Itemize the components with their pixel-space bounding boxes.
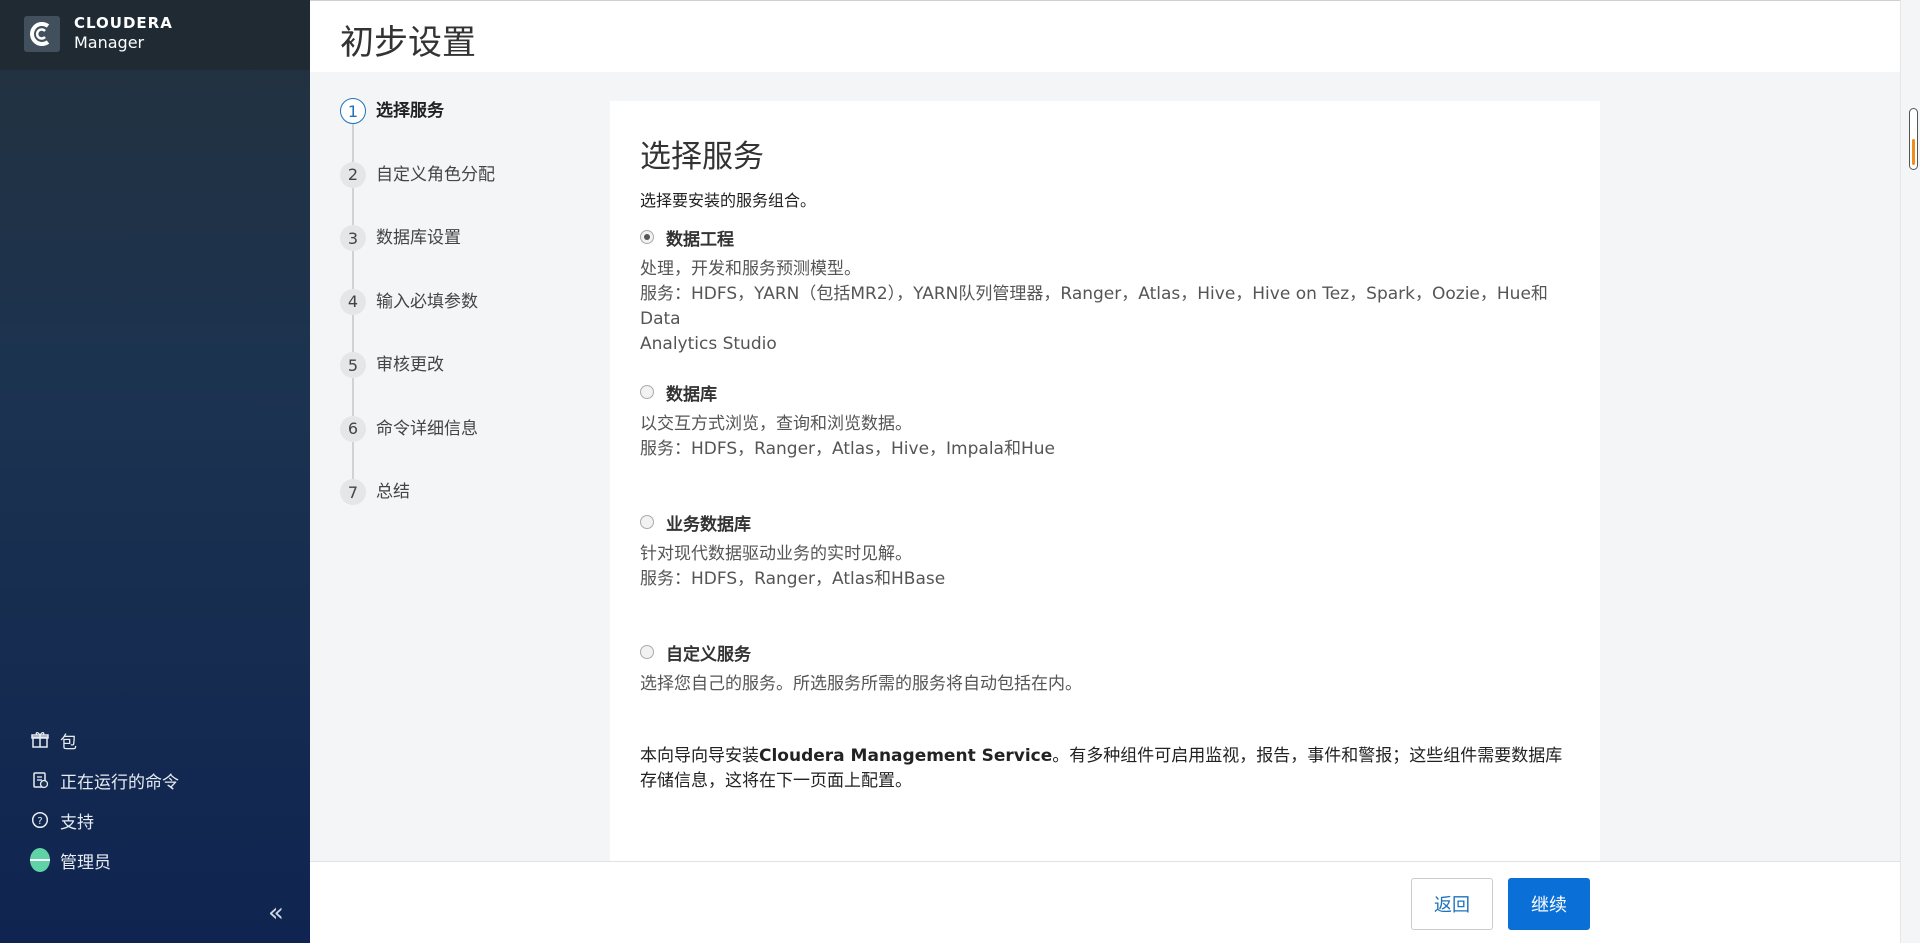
step-connector [352,441,354,480]
package-icon [30,730,50,750]
continue-button[interactable]: 继续 [1508,878,1590,930]
option-operational-database: 业务数据库 针对现代数据驱动业务的实时见解。 服务：HDFS，Ranger，At… [640,510,1570,592]
brand-product: Manager [74,33,145,52]
step-label: 自定义角色分配 [376,164,495,185]
page-title: 初步设置 [340,23,476,63]
option-services: 服务：HDFS，YARN（包括MR2），YARN队列管理器，Ranger，Atl… [640,284,1548,329]
radio-operational-database[interactable] [640,515,654,529]
step-number: 7 [340,479,366,505]
option-description: 处理，开发和服务预测模型。 [640,259,861,279]
option-title: 自定义服务 [666,644,751,665]
collapse-sidebar-icon[interactable]: « [268,898,284,928]
wizard-step-required-parameters[interactable]: 4 输入必填参数 [340,288,495,353]
option-services-continued: Analytics Studio [640,334,777,354]
option-data-engineering: 数据工程 处理，开发和服务预测模型。 服务：HDFS，YARN（包括MR2），Y… [640,225,1570,357]
step-label: 审核更改 [376,355,444,375]
page-scrollbar[interactable] [1900,0,1920,943]
step-label: 输入必填参数 [376,291,478,312]
option-description: 选择您自己的服务。所选服务所需的服务将自动包括在内。 [640,674,1082,694]
note-prefix: 本向导向导安装 [640,746,759,766]
option-title: 数据库 [666,384,717,405]
wizard-step-role-assignment[interactable]: 2 自定义角色分配 [340,161,495,226]
radio-database[interactable] [640,385,654,399]
panel-title: 选择服务 [640,139,764,175]
cloudera-logo-icon [24,16,60,52]
option-title: 数据工程 [666,229,734,250]
sidebar-menu: 包 正在运行的命令 ? 支持 管理员 [30,720,179,880]
step-connector [352,314,354,353]
sidebar-item-label: 支持 [60,812,94,833]
main-content: 初步设置 1 选择服务 2 自定义角色分配 3 数据库设置 4 输入必填参数 5… [310,0,1920,943]
radio-custom-services[interactable] [640,645,654,659]
brand-name: CLOUDERA [74,14,173,32]
step-connector [352,251,354,289]
wizard-step-database-setup[interactable]: 3 数据库设置 [340,225,495,289]
wizard-steps: 1 选择服务 2 自定义角色分配 3 数据库设置 4 输入必填参数 5 审核更改… [340,98,495,543]
sidebar-item-label: 包 [60,732,77,753]
step-label: 选择服务 [376,101,444,121]
sidebar-item-running-commands[interactable]: 正在运行的命令 [30,760,179,800]
option-description: 以交互方式浏览，查询和浏览数据。 [640,414,912,434]
running-commands-icon [30,770,50,790]
page-header: 初步设置 [310,0,1900,72]
avatar [30,848,50,872]
scrollbar-thumb[interactable] [1909,108,1918,170]
back-button[interactable]: 返回 [1411,878,1493,930]
radio-data-engineering[interactable] [640,230,654,244]
step-number: 1 [340,98,366,124]
sidebar-item-support[interactable]: ? 支持 [30,800,179,840]
option-services: 服务：HDFS，Ranger，Atlas和HBase [640,569,946,589]
wizard-step-command-details[interactable]: 6 命令详细信息 [340,415,495,480]
step-number: 5 [340,352,366,378]
step-number: 6 [340,415,366,442]
sidebar-item-label: 正在运行的命令 [60,772,179,793]
sidebar-item-packages[interactable]: 包 [30,720,179,760]
step-connector [352,378,354,416]
sidebar-item-label: 管理员 [60,852,111,873]
option-title: 业务数据库 [666,514,751,535]
management-service-note: 本向导向导安装Cloudera Management Service。有多种组件… [640,744,1570,794]
step-number: 2 [340,161,366,188]
wizard-step-review-changes[interactable]: 5 审核更改 [340,352,495,416]
step-connector [352,187,354,226]
step-label: 总结 [376,482,410,502]
brand-header[interactable]: CLOUDERA Manager [0,0,310,70]
wizard-footer: 返回 继续 [310,861,1900,943]
panel-description: 选择要安装的服务组合。 [640,191,817,210]
step-number: 4 [340,288,366,315]
option-database: 数据库 以交互方式浏览，查询和浏览数据。 服务：HDFS，Ranger，Atla… [640,380,1570,462]
step-number: 3 [340,225,366,251]
note-bold: Cloudera Management Service [759,746,1053,766]
svg-text:?: ? [37,816,42,827]
help-circle-icon: ? [30,810,50,830]
sidebar: CLOUDERA Manager 包 正在运行的命令 ? 支持 管理员 « [0,0,310,943]
option-description: 针对现代数据驱动业务的实时见解。 [640,544,912,564]
option-services: 服务：HDFS，Ranger，Atlas，Hive，Impala和Hue [640,439,1055,459]
step-label: 数据库设置 [376,228,461,248]
step-connector [352,124,354,162]
step-label: 命令详细信息 [376,418,478,439]
sidebar-item-admin[interactable]: 管理员 [30,840,179,880]
wizard-step-select-services[interactable]: 1 选择服务 [340,98,495,162]
option-custom-services: 自定义服务 选择您自己的服务。所选服务所需的服务将自动包括在内。 [640,640,1570,697]
select-services-panel: 选择服务 选择要安装的服务组合。 数据工程 处理，开发和服务预测模型。 服务：H… [610,101,1600,861]
wizard-step-summary[interactable]: 7 总结 [340,479,495,543]
